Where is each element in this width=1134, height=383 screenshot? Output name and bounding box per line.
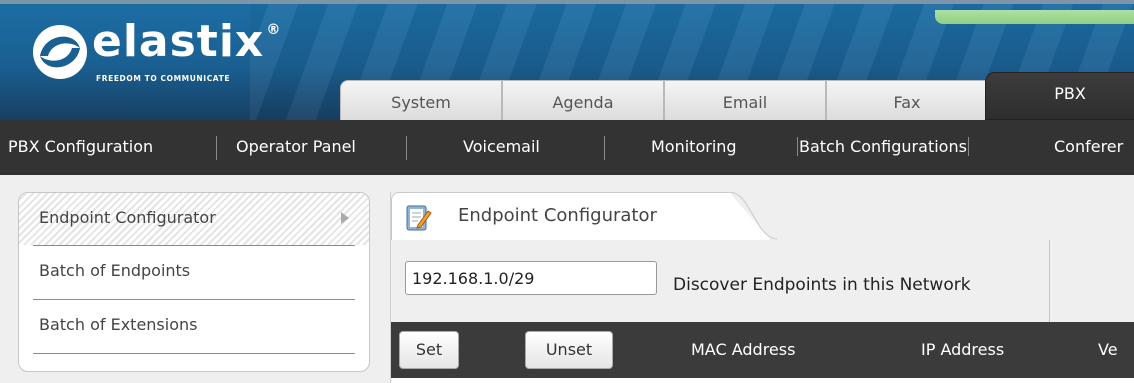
sidebar-panel: Endpoint Configurator Batch of Endpoints… xyxy=(18,192,370,372)
column-ip-address[interactable]: IP Address xyxy=(921,322,1004,378)
chevron-right-icon xyxy=(341,212,349,224)
content-area: Endpoint Configurator Batch of Endpoints… xyxy=(0,175,1134,383)
submenu-pbx-configuration[interactable]: PBX Configuration xyxy=(8,120,153,175)
tab-fax[interactable]: Fax xyxy=(826,80,988,120)
column-mac-address[interactable]: MAC Address xyxy=(691,322,795,378)
column-vendor[interactable]: Ve xyxy=(1098,322,1118,378)
submenu-conferences[interactable]: Conferer xyxy=(1054,120,1123,175)
sidebar-item-batch-of-extensions[interactable]: Batch of Extensions xyxy=(19,303,369,355)
module-tab-bar: Endpoint Configurator xyxy=(391,192,1134,241)
tab-edge-decoration xyxy=(729,192,778,240)
sidebar-item-label: Batch of Endpoints xyxy=(39,261,191,280)
submenu-monitoring[interactable]: Monitoring xyxy=(651,120,737,175)
submenu-separator xyxy=(216,136,217,160)
logo-wordmark: elastix ® xyxy=(92,16,282,67)
set-button[interactable]: Set xyxy=(399,331,459,369)
top-border xyxy=(0,0,1134,4)
sidebar-divider xyxy=(33,245,355,246)
notepad-pencil-icon xyxy=(406,205,432,231)
module-tab-endpoint-configurator[interactable]: Endpoint Configurator xyxy=(391,192,771,240)
sidebar-divider xyxy=(33,299,355,300)
logo-tagline: FREEDOM TO COMMUNICATE xyxy=(96,74,231,83)
submenu-voicemail[interactable]: Voicemail xyxy=(463,120,540,175)
header-bar: elastix ® FREEDOM TO COMMUNICATE System A… xyxy=(0,0,1134,120)
sidebar-item-label: Endpoint Configurator xyxy=(39,208,216,227)
discover-form: Discover Endpoints in this Network xyxy=(391,240,1134,322)
submenu-bar: PBX Configuration Operator Panel Voicema… xyxy=(0,120,1134,175)
module-title: Endpoint Configurator xyxy=(458,205,657,226)
endpoints-table-header: Set Unset MAC Address IP Address Ve xyxy=(391,322,1134,378)
sidebar-item-label: Batch of Extensions xyxy=(39,315,198,334)
tab-system[interactable]: System xyxy=(340,80,502,120)
top-notch-decoration xyxy=(935,10,1134,24)
submenu-batch-configurations-label: Batch Configurations xyxy=(797,137,969,156)
submenu-operator-panel[interactable]: Operator Panel xyxy=(236,120,356,175)
elastix-swirl-icon xyxy=(33,25,87,79)
submenu-separator xyxy=(604,136,605,160)
sidebar-item-endpoint-configurator[interactable]: Endpoint Configurator xyxy=(19,193,369,245)
sidebar-item-batch-of-endpoints[interactable]: Batch of Endpoints xyxy=(19,249,369,301)
sidebar-divider xyxy=(33,353,355,354)
tab-agenda[interactable]: Agenda xyxy=(502,80,664,120)
main-panel: Endpoint Configurator Discover Endpoints… xyxy=(390,192,1134,383)
network-input[interactable] xyxy=(405,261,657,295)
main-nav-tabs: System Agenda Email Fax PBX xyxy=(340,72,1134,120)
submenu-separator xyxy=(406,136,407,160)
elastix-logo[interactable]: elastix ® FREEDOM TO COMMUNICATE xyxy=(30,16,330,92)
discover-label: Discover Endpoints in this Network xyxy=(673,275,971,295)
tab-pbx[interactable]: PBX xyxy=(985,72,1134,120)
unset-button[interactable]: Unset xyxy=(525,331,613,369)
submenu-batch-configurations[interactable]: Batch Configurations xyxy=(797,120,969,175)
tab-email[interactable]: Email xyxy=(664,80,826,120)
form-divider xyxy=(1049,240,1050,322)
